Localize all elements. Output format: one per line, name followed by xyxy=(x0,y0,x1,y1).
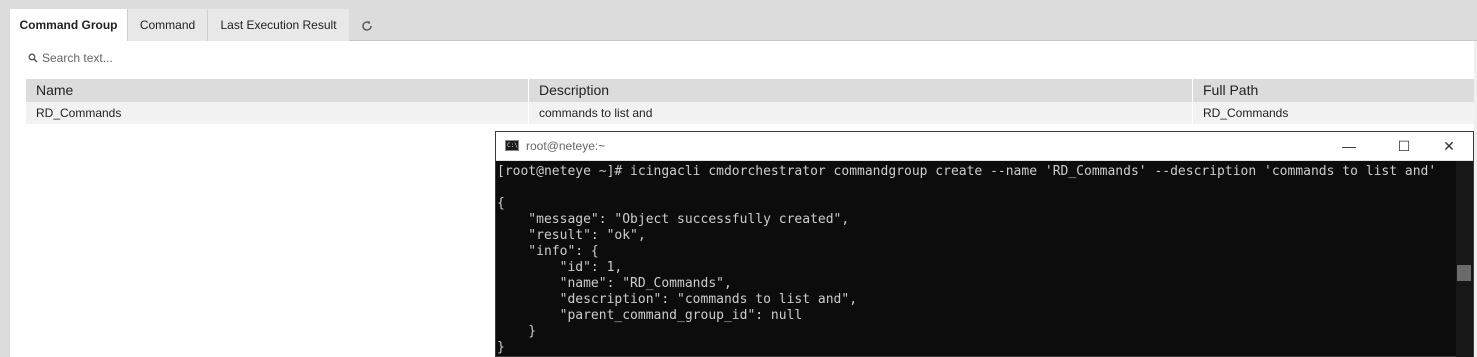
close-button[interactable]: ✕ xyxy=(1426,132,1472,160)
command-group-table: Name Description Full Path RD_Commands c… xyxy=(26,79,1477,124)
console-icon: C:\ xyxy=(505,140,519,151)
terminal-line: [root@neteye ~]# icingacli cmdorchestrat… xyxy=(497,164,1437,179)
left-gutter xyxy=(0,0,10,357)
tab-last-execution-result[interactable]: Last Execution Result xyxy=(207,9,349,41)
terminal-line: "id": 1, xyxy=(497,260,623,275)
search-input[interactable] xyxy=(42,51,342,65)
column-header-description[interactable]: Description xyxy=(529,79,1193,102)
terminal-line: "parent_command_group_id": null xyxy=(497,308,803,323)
terminal-line: "description": "commands to list and", xyxy=(497,292,858,307)
terminal-line: "message": "Object successfully created"… xyxy=(497,212,850,227)
terminal-line: } xyxy=(497,324,537,339)
tab-command-group[interactable]: Command Group xyxy=(10,9,127,42)
cell-full-path: RD_Commands xyxy=(1203,106,1289,120)
terminal-scrollbar[interactable] xyxy=(1456,161,1473,357)
terminal-line: "name": "RD_Commands", xyxy=(497,276,732,291)
terminal-line: "result": "ok", xyxy=(497,228,646,243)
terminal-line: } xyxy=(497,340,505,355)
terminal-titlebar[interactable]: C:\ root@neteye:~ — ☐ ✕ xyxy=(496,132,1473,161)
search-icon xyxy=(28,53,38,63)
terminal-line: { xyxy=(497,196,505,211)
terminal-output[interactable]: [root@neteye ~]# icingacli cmdorchestrat… xyxy=(496,161,1456,357)
tab-bar: Command Group Command Last Execution Res… xyxy=(10,0,1477,42)
terminal-line: "info": { xyxy=(497,244,599,259)
cell-description: commands to list and xyxy=(529,102,1193,124)
terminal-scrollbar-thumb[interactable] xyxy=(1457,265,1471,281)
refresh-button[interactable] xyxy=(350,9,384,41)
table-header: Name Description Full Path xyxy=(26,79,1477,102)
minimize-button[interactable]: — xyxy=(1326,132,1372,160)
table-row[interactable]: RD_Commands commands to list and RD_Comm… xyxy=(26,102,1477,124)
refresh-icon xyxy=(362,20,372,31)
search-bar xyxy=(28,49,342,67)
column-header-full-path[interactable]: Full Path xyxy=(1193,79,1477,102)
tab-command[interactable]: Command xyxy=(127,9,207,41)
column-header-name[interactable]: Name xyxy=(26,79,529,102)
terminal-title: root@neteye:~ xyxy=(526,139,606,153)
maximize-button[interactable]: ☐ xyxy=(1381,132,1427,160)
terminal-window: C:\ root@neteye:~ — ☐ ✕ [root@neteye ~]#… xyxy=(495,131,1474,357)
cell-name: RD_Commands xyxy=(26,102,529,124)
